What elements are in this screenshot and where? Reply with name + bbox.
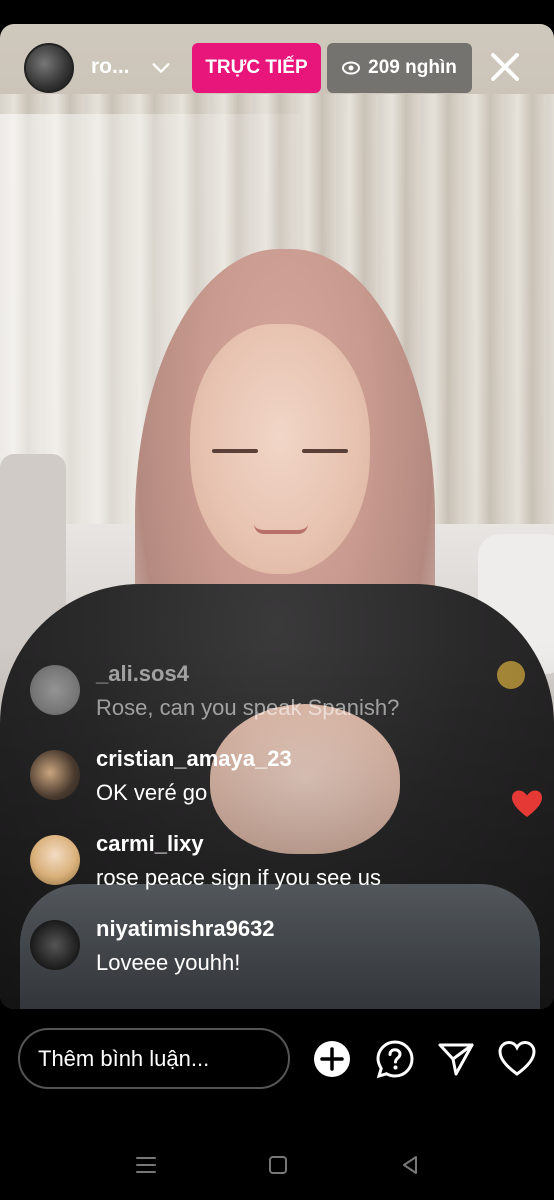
comment-avatar[interactable]	[30, 920, 80, 970]
question-icon[interactable]	[375, 1039, 415, 1079]
comment-text: Loveee youhh!	[96, 950, 241, 975]
comment-avatar[interactable]	[30, 835, 80, 885]
comment-username[interactable]: carmi_lixy	[96, 831, 204, 857]
comment-item: carmi_lixy rose peace sign if you see us	[30, 831, 540, 909]
comment-username[interactable]: niyatimishra9632	[96, 916, 275, 942]
chevron-down-icon[interactable]	[150, 57, 172, 79]
floating-heart-icon	[512, 790, 542, 817]
comment-item: _ali.sos4 Rose, can you speak Spanish?	[30, 661, 540, 739]
comment-text: rose peace sign if you see us	[96, 865, 381, 890]
comment-username[interactable]: _ali.sos4	[96, 661, 189, 687]
live-badge: TRỰC TIẾP	[192, 43, 321, 93]
comment-text: OK veré go	[96, 780, 208, 805]
send-icon[interactable]	[436, 1039, 476, 1079]
viewer-count-badge[interactable]: 209 nghìn	[327, 43, 472, 93]
comment-username[interactable]: cristian_amaya_23	[96, 746, 292, 772]
plus-circle-icon[interactable]	[312, 1039, 352, 1079]
crying-emoji-icon	[497, 661, 525, 689]
comment-text: Rose, can you speak Spanish?	[96, 695, 400, 720]
comment-placeholder: Thêm bình luận...	[38, 1045, 210, 1071]
comment-avatar[interactable]	[30, 750, 80, 800]
comment-item: niyatimishra9632 Loveee youhh!	[30, 916, 540, 994]
home-icon[interactable]	[265, 1152, 291, 1178]
eye	[212, 449, 258, 453]
comment-item: cristian_amaya_23 OK veré go	[30, 746, 540, 824]
comment-input[interactable]: Thêm bình luận...	[18, 1028, 290, 1089]
host-avatar[interactable]	[24, 43, 74, 93]
back-icon[interactable]	[397, 1152, 423, 1178]
person-face	[190, 324, 370, 574]
comment-avatar[interactable]	[30, 665, 80, 715]
viewer-count: 209 nghìn	[368, 57, 457, 78]
live-label: TRỰC TIẾP	[205, 57, 308, 78]
live-header: ro... TRỰC TIẾP 209 nghìn	[0, 40, 554, 96]
recent-apps-icon[interactable]	[133, 1152, 159, 1178]
mouth	[254, 524, 308, 534]
close-icon[interactable]	[488, 50, 522, 84]
host-username[interactable]: ro...	[91, 55, 130, 79]
eye	[302, 449, 348, 453]
heart-icon[interactable]	[497, 1039, 537, 1079]
system-navigation-bar	[0, 1130, 554, 1200]
eye-icon	[342, 61, 361, 75]
